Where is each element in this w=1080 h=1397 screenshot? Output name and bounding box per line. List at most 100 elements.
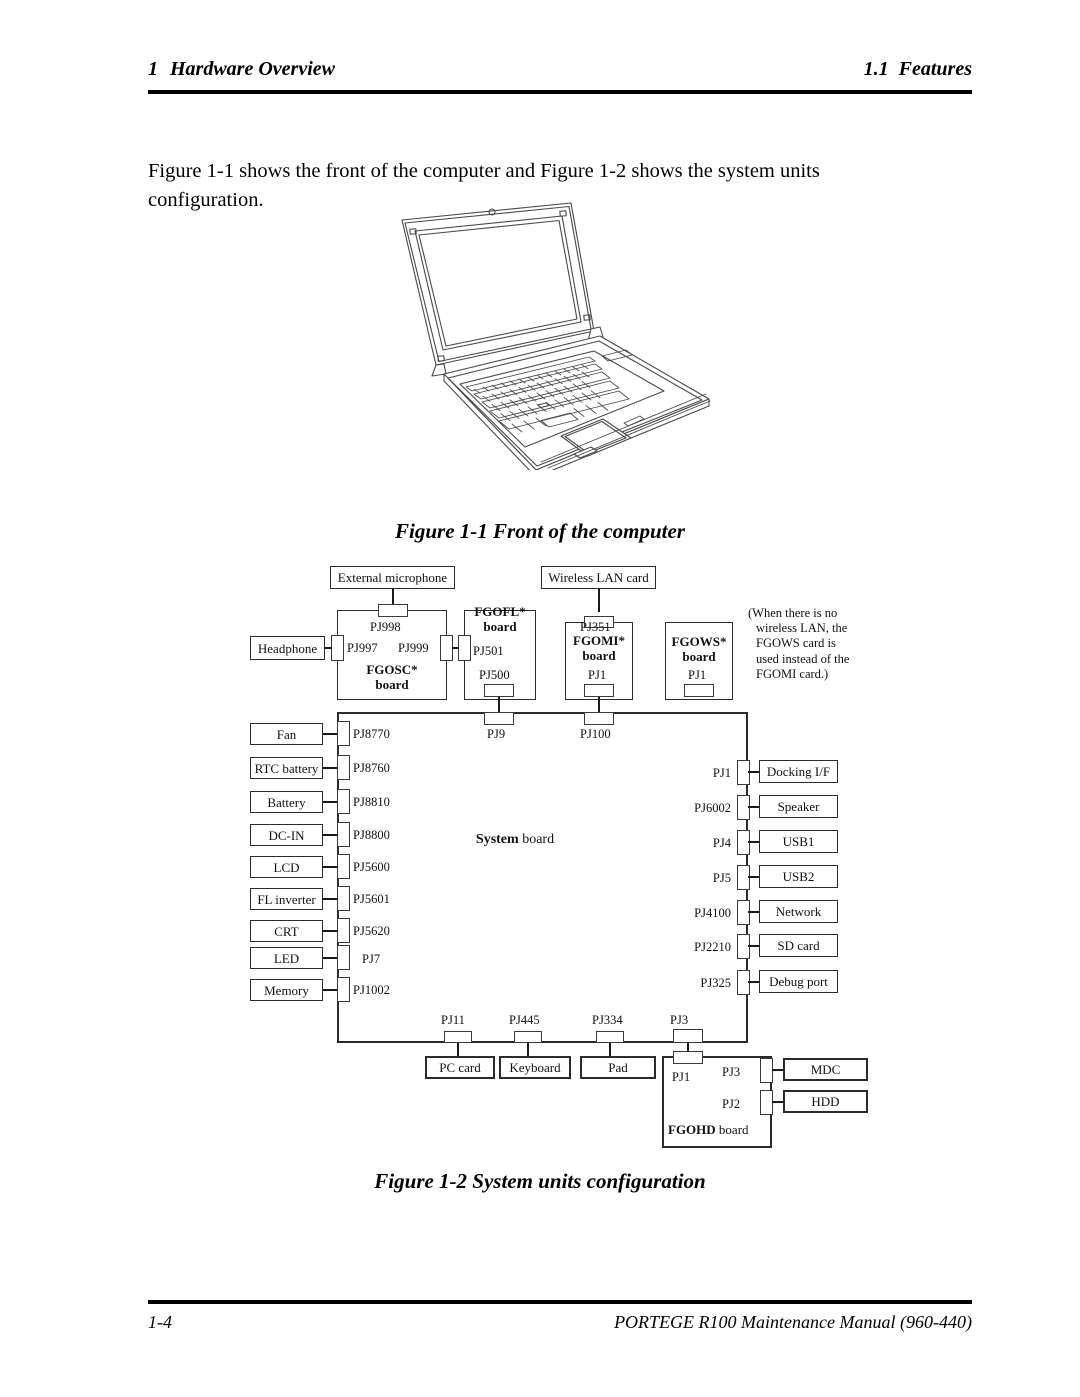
board-title-fgofl-suffix: board (483, 619, 517, 634)
label-fgofl-pj501: PJ501 (473, 644, 504, 658)
diagram-box-sd-card: SD card (759, 934, 838, 957)
diagram-box-hdd: HDD (783, 1090, 868, 1113)
label-left-pj5601: PJ5601 (353, 892, 390, 906)
diagram-box-network: Network (759, 900, 838, 923)
diagram-box-headphone: Headphone (250, 636, 325, 660)
wire-left-2 (323, 801, 338, 803)
label-fgomi-pj1: PJ1 (588, 668, 607, 682)
label-fgohd-pj3: PJ3 (722, 1065, 741, 1079)
label-bottom-pj3: PJ3 (670, 1013, 689, 1027)
label-right-pj1-docking: PJ1 (712, 766, 731, 780)
label-right-pj4: PJ4 (712, 836, 731, 850)
diagram-box-pad: Pad (580, 1056, 656, 1079)
label-right-pj325: PJ325 (700, 976, 731, 990)
label-right-pj4100: PJ4100 (694, 906, 731, 920)
label-left-pj1002: PJ1002 (353, 983, 390, 997)
label-left-pj8760: PJ8760 (353, 761, 390, 775)
diagram-box-usb2: USB2 (759, 865, 838, 888)
wire-bottom-0 (457, 1043, 459, 1057)
diagram-box-led: LED (250, 947, 323, 969)
board-title-fgosc-name: FGOSC* (366, 662, 418, 677)
note-line-4: used instead of the (756, 651, 850, 666)
label-fgows-pj1: PJ1 (688, 668, 707, 682)
wire-left-5 (323, 898, 338, 900)
connector-bottom-pj11 (444, 1031, 472, 1043)
connector-system-pj100 (584, 712, 614, 725)
note-line-5: FGOMI card.) (756, 666, 829, 681)
diagram-box-battery: Battery (250, 791, 323, 813)
label-left-pj8810: PJ8810 (353, 795, 390, 809)
footer-page-number: 1-4 (148, 1312, 172, 1332)
connector-fgohd-pj1 (673, 1051, 703, 1064)
label-right-pj5: PJ5 (712, 871, 731, 885)
note-line-1: (When there is no (748, 606, 838, 620)
connector-left-pj8800 (337, 822, 350, 847)
diagram-box-fl-inverter: FL inverter (250, 888, 323, 910)
diagram-box-rtc-battery: RTC battery (250, 757, 323, 779)
figure-1-2-caption: Figure 1-2 System units configuration (374, 1169, 706, 1193)
connector-bottom-pj334 (596, 1031, 624, 1043)
label-left-pj7: PJ7 (362, 952, 381, 966)
label-left-pj8800: PJ8800 (353, 828, 390, 842)
label-system-pj100: PJ100 (580, 727, 611, 741)
label-left-pj5600: PJ5600 (353, 860, 390, 874)
connector-left-pj8760 (337, 755, 350, 780)
board-title-fgohd-suffix: board (718, 1122, 749, 1137)
label-fgofl-pj500: PJ500 (479, 668, 510, 682)
diagram-box-lcd: LCD (250, 856, 323, 878)
wire-left-4 (323, 866, 338, 868)
label-bottom-pj445: PJ445 (509, 1013, 540, 1027)
diagram-box-keyboard: Keyboard (499, 1056, 571, 1079)
label-fgomi-pj351: PJ351 (580, 620, 611, 634)
wire-left-7 (323, 957, 338, 959)
connector-left-pj5600 (337, 854, 350, 879)
connector-fgosc-pj998 (378, 604, 408, 617)
wire-bottom-2 (609, 1043, 611, 1057)
board-title-fgomi-suffix: board (582, 648, 616, 663)
board-title-system-name: System (475, 832, 519, 847)
board-title-system-suffix: board (522, 832, 555, 847)
wire-left-0 (323, 733, 338, 735)
board-title-fgohd: FGOHD board (668, 1122, 768, 1137)
board-title-fgofl-name: FGOFL* (474, 604, 526, 619)
diagram-box-usb1: USB1 (759, 830, 838, 853)
diagram-box-debug-port: Debug port (759, 970, 838, 993)
wire-left-8 (323, 989, 338, 991)
footer-manual-title: PORTEGE R100 Maintenance Manual (960-440… (614, 1312, 972, 1332)
diagram-box-mdc: MDC (783, 1058, 868, 1081)
connector-left-pj1002 (337, 977, 350, 1002)
board-title-fgomi: FGOMI* board (565, 633, 633, 663)
wire-left-6 (323, 930, 338, 932)
label-fgosc-pj999: PJ999 (398, 641, 429, 655)
diagram-box-fan: Fan (250, 723, 323, 745)
connector-left-pj8770 (337, 721, 350, 746)
diagram-box-dc-in: DC-IN (250, 824, 323, 846)
board-title-fgows-name: FGOWS* (671, 634, 727, 649)
diagram-box-memory: Memory (250, 979, 323, 1001)
label-fgohd-pj2: PJ2 (722, 1097, 741, 1111)
label-fgosc-pj998: PJ998 (370, 620, 401, 634)
wire-left-1 (323, 767, 338, 769)
connector-fgofl-pj501 (458, 635, 471, 661)
label-bottom-pj334: PJ334 (592, 1013, 623, 1027)
wire-bottom-1 (527, 1043, 529, 1057)
label-right-pj2210: PJ2210 (694, 940, 731, 954)
document-page: 1 Hardware Overview 1.1 Features Figure 1-… (0, 0, 1080, 1397)
footer-rule (148, 1300, 972, 1304)
connector-left-pj5620 (337, 918, 350, 943)
connector-fgomi-pj1 (584, 684, 614, 697)
connector-bottom-pj3 (673, 1029, 703, 1043)
wire-fgosc-to-fgofl (452, 647, 459, 649)
diagram-box-external-microphone: External microphone (330, 566, 455, 589)
diagram-box-speaker: Speaker (759, 795, 838, 818)
board-title-fgohd-name: FGOHD (668, 1122, 716, 1137)
connector-fgows-pj1 (684, 684, 714, 697)
diagram-box-docking-if: Docking I/F (759, 760, 838, 783)
diagram-note: (When there is no wireless LAN, the FGOW… (748, 606, 880, 682)
wire-headphone-to-fgosc (325, 647, 332, 649)
connector-fgofl-pj500 (484, 684, 514, 697)
connector-fgosc-pj997 (331, 635, 344, 661)
label-left-pj8770: PJ8770 (353, 727, 390, 741)
label-bottom-pj11: PJ11 (441, 1013, 465, 1027)
connector-left-pj8810 (337, 789, 350, 814)
